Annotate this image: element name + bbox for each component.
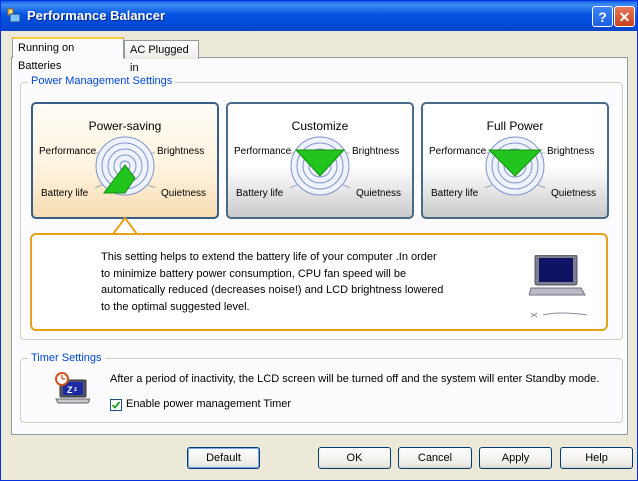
mode-description-panel: This setting helps to extend the battery… bbox=[30, 233, 608, 331]
svg-text:Z: Z bbox=[67, 385, 73, 395]
label-performance: Performance bbox=[234, 146, 292, 157]
tab-running-on-batteries[interactable]: Running on Batteries bbox=[12, 37, 124, 72]
description-line: automatically reduced (decreases noise!)… bbox=[101, 284, 444, 296]
apply-button[interactable]: Apply bbox=[479, 447, 552, 469]
label-battery-life: Battery life bbox=[236, 188, 284, 199]
svg-text:z: z bbox=[74, 387, 77, 393]
timer-settings-group-label: Timer Settings bbox=[28, 352, 105, 364]
app-icon bbox=[7, 8, 21, 23]
label-brightness: Brightness bbox=[547, 146, 595, 157]
help-button[interactable]: Help bbox=[560, 447, 633, 469]
label-brightness: Brightness bbox=[157, 146, 205, 157]
label-battery-life: Battery life bbox=[41, 188, 89, 199]
window-title: Performance Balancer bbox=[27, 8, 166, 23]
label-quietness: Quietness bbox=[551, 188, 597, 199]
mode-description-text: This setting helps to extend the battery… bbox=[101, 249, 481, 315]
mode-title: Customize bbox=[291, 119, 349, 133]
cancel-button[interactable]: Cancel bbox=[398, 447, 472, 469]
power-saving-radar-chart bbox=[95, 136, 155, 196]
label-brightness: Brightness bbox=[352, 146, 400, 157]
full-power-radar-chart bbox=[485, 136, 545, 196]
enable-timer-checkbox[interactable] bbox=[110, 399, 122, 411]
mode-card-full-power[interactable]: Full Power Performance Brightness Batter… bbox=[421, 102, 609, 219]
title-bar: Performance Balancer ? ✕ bbox=[1, 1, 637, 31]
laptop-illustration-icon bbox=[529, 255, 588, 318]
customize-radar-chart bbox=[290, 136, 350, 196]
checkmark-icon bbox=[111, 401, 121, 409]
ok-button[interactable]: OK bbox=[318, 447, 391, 469]
title-close-button[interactable]: ✕ bbox=[614, 6, 635, 27]
label-battery-life: Battery life bbox=[431, 188, 479, 199]
mode-title: Power-saving bbox=[88, 119, 162, 133]
mode-title: Full Power bbox=[486, 119, 544, 133]
performance-balancer-window: Performance Balancer ? ✕ Running on Batt… bbox=[0, 0, 638, 481]
sleep-timer-icon: Z z bbox=[55, 372, 90, 404]
power-management-group-label: Power Management Settings bbox=[28, 75, 176, 87]
label-performance: Performance bbox=[429, 146, 487, 157]
tab-ac-plugged-in[interactable]: AC Plugged in bbox=[124, 40, 199, 74]
description-line: This setting helps to extend the battery… bbox=[101, 251, 437, 263]
label-quietness: Quietness bbox=[356, 188, 402, 199]
timer-settings-group bbox=[20, 358, 623, 423]
label-quietness: Quietness bbox=[161, 188, 207, 199]
label-performance: Performance bbox=[39, 146, 97, 157]
description-line: to the optimal suggested level. bbox=[101, 300, 250, 313]
timer-description: After a period of inactivity, the LCD sc… bbox=[110, 373, 600, 385]
title-help-button[interactable]: ? bbox=[592, 6, 613, 27]
description-line: to minimize battery power consumption, C… bbox=[101, 267, 407, 280]
enable-timer-label[interactable]: Enable power management Timer bbox=[126, 398, 291, 410]
mode-card-customize[interactable]: Customize Performance Brightness Battery… bbox=[226, 102, 414, 219]
mode-card-power-saving[interactable]: Power-saving Performance Brightness Batt… bbox=[31, 102, 219, 219]
default-button[interactable]: Default bbox=[187, 447, 260, 469]
